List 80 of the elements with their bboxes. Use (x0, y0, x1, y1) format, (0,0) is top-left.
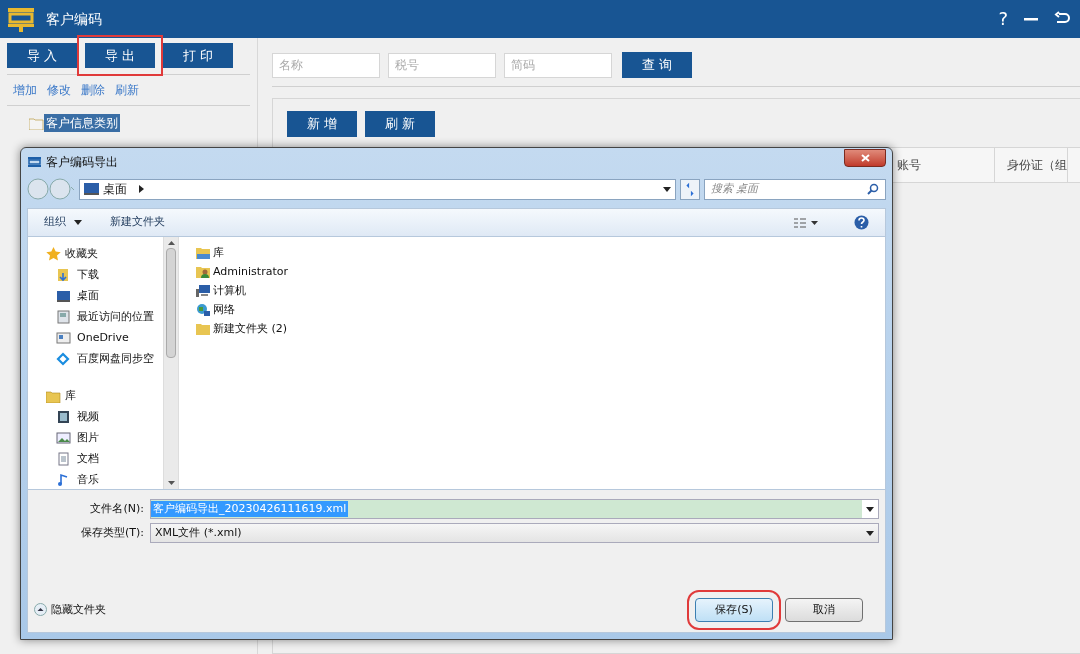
scroll-up-icon[interactable] (167, 241, 175, 245)
filetype-text: XML文件 (*.xml) (155, 524, 242, 541)
image-icon (56, 431, 71, 445)
file-item[interactable]: 网络 (213, 301, 235, 319)
toolbar-menu[interactable]: 新建文件夹 (110, 214, 165, 231)
computer-icon (196, 284, 211, 298)
query-button[interactable]: 查 询 (622, 52, 692, 78)
dropdown-arrow-icon (866, 530, 874, 536)
search-field[interactable]: 税号 (388, 52, 496, 78)
folder-outline-icon (29, 116, 44, 130)
download-folder-icon (56, 268, 71, 282)
nav-item[interactable]: 最近访问的位置 (77, 308, 154, 326)
star-icon (46, 247, 61, 261)
scrollbar-thumb[interactable] (166, 248, 176, 358)
help-icon[interactable] (854, 215, 869, 230)
nav-item[interactable]: 下载 (77, 266, 99, 284)
tree-item[interactable]: 客户信息类别 (44, 114, 120, 132)
desktop-icon (56, 289, 71, 303)
search-field[interactable]: 简码 (504, 52, 612, 78)
nav-item[interactable]: OneDrive (77, 329, 129, 347)
close-icon (860, 154, 870, 162)
user-folder-icon (196, 265, 211, 279)
nav-item[interactable]: 音乐 (77, 471, 99, 489)
action-button[interactable]: 刷 新 (365, 111, 435, 137)
toolbar-button[interactable]: 导 出 (85, 43, 155, 68)
document-icon (56, 452, 71, 466)
filetype-dropdown[interactable]: XML文件 (*.xml) (150, 523, 879, 543)
action-link[interactable]: 增加 (13, 81, 37, 99)
window-title: 客户编码 (46, 9, 102, 29)
toolbar-button[interactable]: 导 入 (7, 43, 77, 68)
file-item[interactable]: 库 (213, 244, 224, 262)
search-placeholder: 搜索 桌面 (711, 180, 759, 197)
filename-text: 客户编码导出_20230426111619.xml (151, 500, 349, 518)
close-button[interactable] (844, 149, 886, 167)
dropdown-arrow-icon (866, 506, 874, 512)
help-button[interactable]: ? (998, 10, 1008, 28)
window-icon (56, 331, 71, 345)
library-folder-icon (196, 246, 211, 260)
action-link[interactable]: 删除 (81, 81, 105, 99)
document-icon (56, 310, 71, 324)
address-bar[interactable]: 桌面 (79, 178, 676, 200)
column-header: 账号 (895, 148, 995, 182)
dropdown-arrow-icon (663, 186, 671, 192)
dialog-button[interactable]: 取消 (785, 598, 863, 622)
desktop-icon (84, 183, 99, 195)
nav-item[interactable]: 图片 (77, 429, 99, 447)
network-globe-icon (196, 303, 211, 317)
file-item[interactable]: 计算机 (213, 282, 246, 300)
nav-item[interactable]: 文档 (77, 450, 99, 468)
search-box[interactable]: 搜索 桌面 (704, 178, 886, 200)
file-item[interactable]: 新建文件夹 (2) (213, 320, 288, 338)
column-header: 身份证（组 (995, 148, 1068, 182)
toolbar-button[interactable]: 打 印 (163, 43, 233, 68)
folder-icon (196, 322, 211, 336)
hide-folders-toggle[interactable]: 隐藏文件夹 (34, 601, 106, 618)
film-icon (56, 410, 71, 424)
caret-icon (74, 220, 82, 225)
toolbar-menu[interactable]: 组织 (44, 214, 82, 231)
field-label: 保存类型(T): (80, 524, 144, 541)
action-link[interactable]: 刷新 (115, 81, 139, 99)
action-link[interactable]: 修改 (47, 81, 71, 99)
nav-group[interactable]: 收藏夹 (65, 245, 98, 263)
nav-item[interactable]: 百度网盘同步空 (77, 350, 154, 368)
nav-item[interactable]: 视频 (77, 408, 99, 426)
nav-group[interactable]: 库 (65, 387, 76, 405)
scroll-down-icon[interactable] (167, 481, 175, 485)
scrollbar[interactable] (163, 237, 179, 489)
nav-item[interactable]: 桌面 (77, 287, 99, 305)
chevron-right-icon (139, 185, 144, 193)
diamond-icon (56, 352, 71, 366)
file-item[interactable]: Administrator (213, 263, 288, 281)
view-options-icon[interactable] (794, 217, 818, 228)
breadcrumb[interactable]: 桌面 (103, 180, 127, 198)
dialog-title: 客户编码导出 (46, 154, 118, 171)
field-label: 文件名(N): (89, 500, 144, 517)
action-button[interactable]: 新 增 (287, 111, 357, 137)
library-folder-icon (46, 389, 61, 403)
minimize-icon[interactable] (1024, 17, 1038, 21)
search-field[interactable]: 名称 (272, 52, 380, 78)
search-icon (867, 183, 879, 195)
